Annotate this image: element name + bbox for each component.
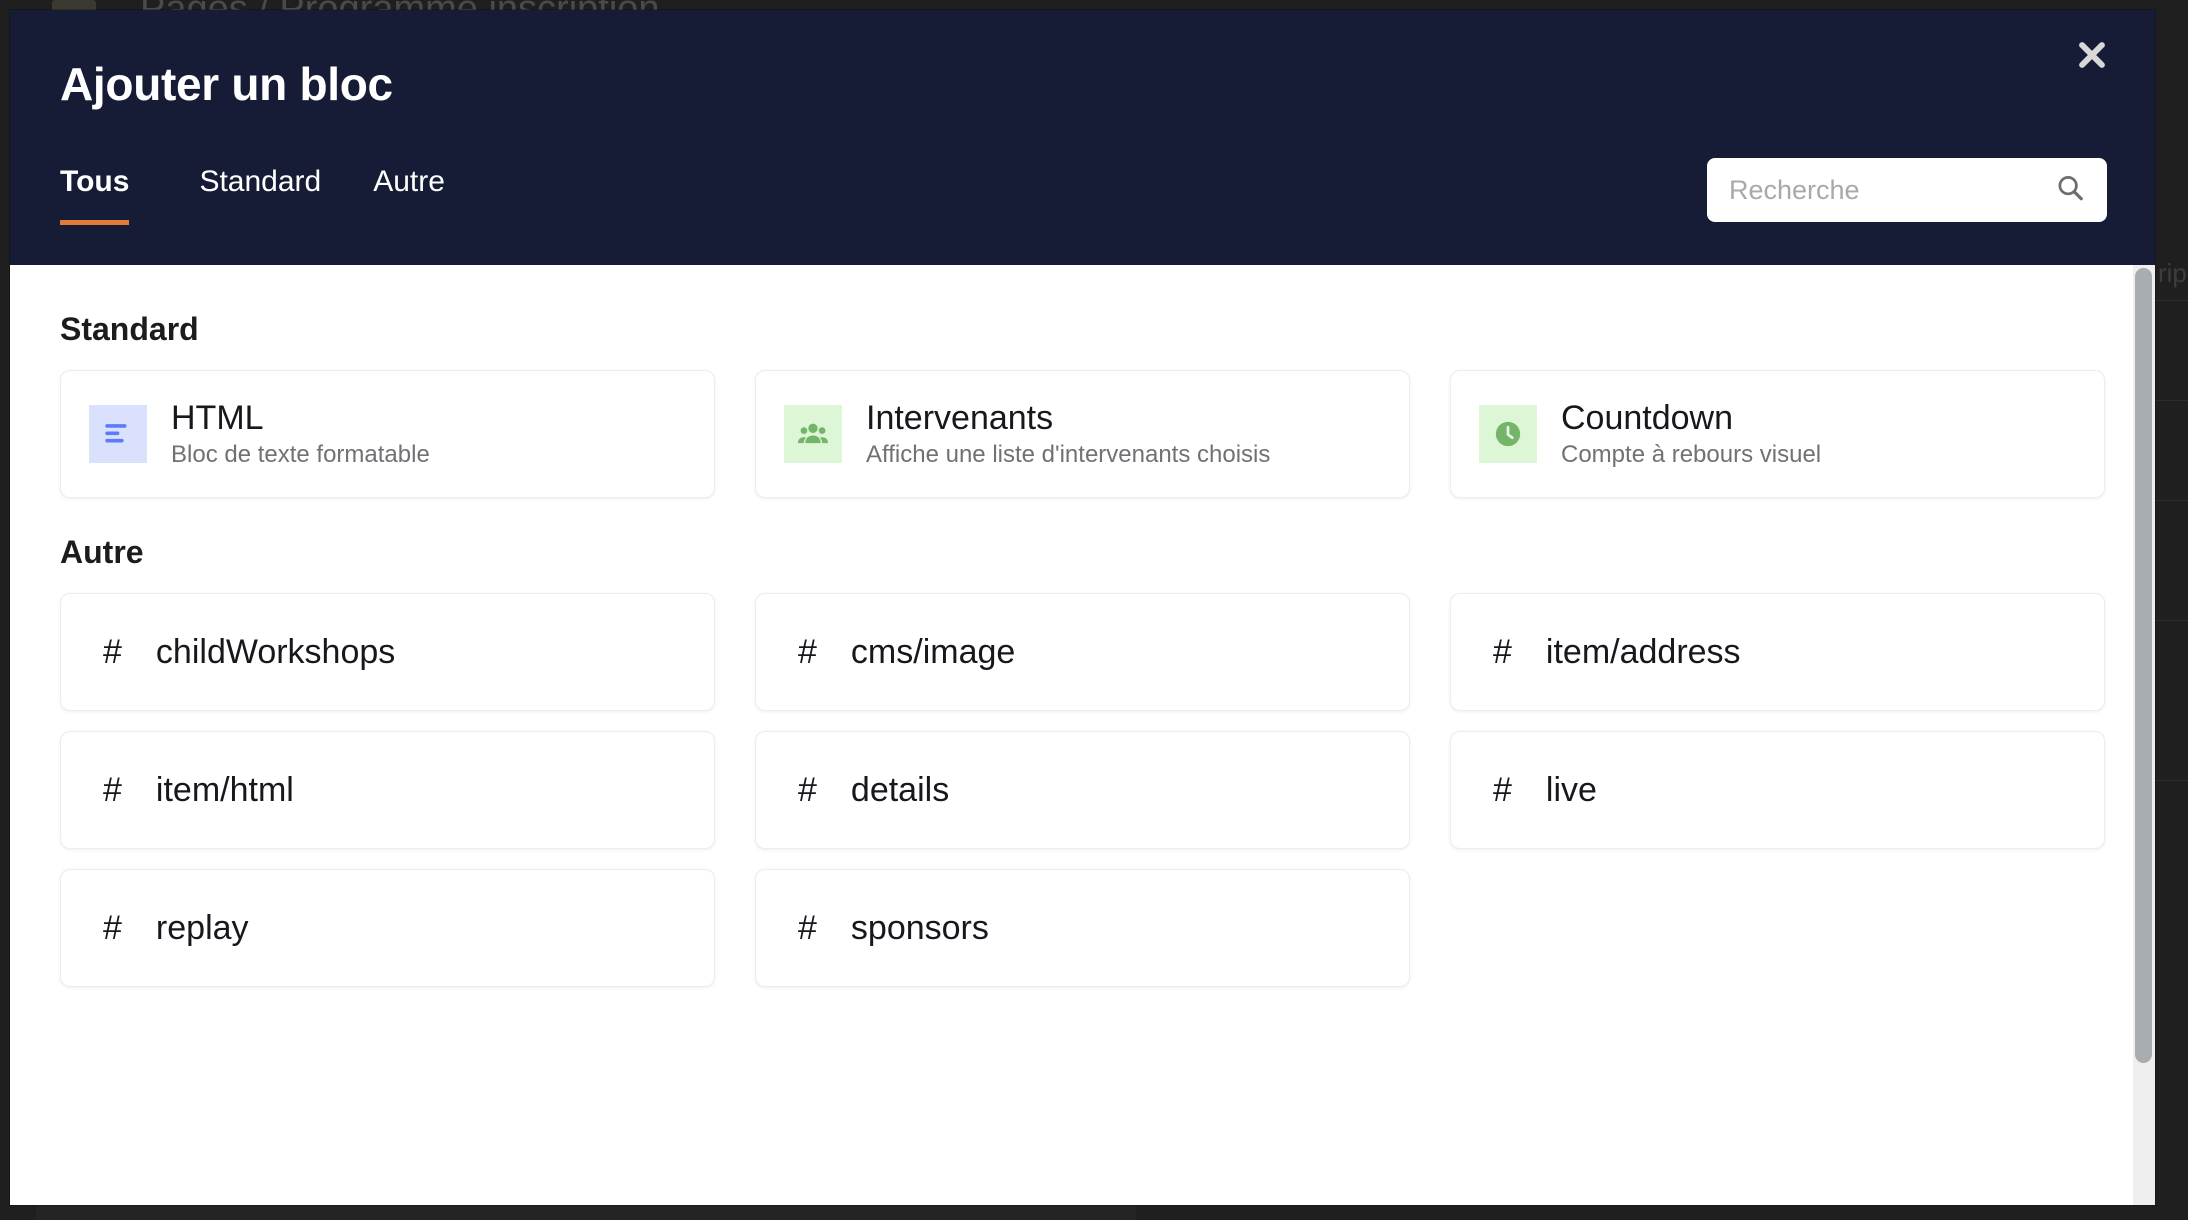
hash-icon: # <box>798 909 817 947</box>
hash-icon: # <box>103 771 122 809</box>
autre-block-grid: # childWorkshops # cms/image # item/addr… <box>60 593 2105 987</box>
block-description: Compte à rebours visuel <box>1561 440 1822 468</box>
backdrop-divider <box>2155 300 2188 301</box>
block-card-replay[interactable]: # replay <box>60 869 715 987</box>
hash-icon: # <box>1493 771 1512 809</box>
block-name: live <box>1545 770 1597 809</box>
block-card-cms-image[interactable]: # cms/image <box>755 593 1410 711</box>
search-box <box>1707 158 2107 222</box>
modal-scrollbar-thumb[interactable] <box>2135 268 2152 1063</box>
tab-autre[interactable]: Autre <box>347 165 471 225</box>
modal-body: Standard HTML Bloc de texte formatable I… <box>10 265 2155 1205</box>
backdrop-divider <box>2155 400 2188 401</box>
hash-icon: # <box>103 633 122 671</box>
block-card-live[interactable]: # live <box>1450 731 2105 849</box>
block-name: HTML <box>171 399 264 438</box>
hash-icon: # <box>103 909 122 947</box>
section-title-standard: Standard <box>60 311 199 347</box>
tab-tous[interactable]: Tous <box>60 165 173 225</box>
block-card-html[interactable]: HTML Bloc de texte formatable <box>60 370 715 498</box>
group-people-icon <box>784 405 842 463</box>
block-card-countdown[interactable]: Countdown Compte à rebours visuel <box>1450 370 2105 498</box>
block-card-details[interactable]: # details <box>755 731 1410 849</box>
backdrop-divider <box>2155 780 2188 781</box>
block-card-childworkshops[interactable]: # childWorkshops <box>60 593 715 711</box>
block-name: item/address <box>1545 632 1741 671</box>
block-name: details <box>850 770 950 809</box>
tab-bar: Tous Standard Autre <box>60 165 471 225</box>
backdrop-right-label: rip <box>2158 258 2187 288</box>
block-name: replay <box>155 908 249 947</box>
add-block-modal: Ajouter un bloc Tous Standard Autre Rech… <box>10 10 2155 1205</box>
block-card-intervenants[interactable]: Intervenants Affiche une liste d'interve… <box>755 370 1410 498</box>
block-card-sponsors[interactable]: # sponsors <box>755 869 1410 987</box>
standard-block-grid: HTML Bloc de texte formatable Intervenan… <box>60 370 2105 498</box>
hash-icon: # <box>798 771 817 809</box>
close-icon <box>2075 38 2109 72</box>
backdrop-divider <box>2155 620 2188 621</box>
block-description: Bloc de texte formatable <box>171 440 430 468</box>
block-name: Intervenants <box>866 399 1054 438</box>
modal-header: Ajouter un bloc Tous Standard Autre <box>10 10 2155 265</box>
block-name: Countdown <box>1561 399 1734 438</box>
page-title: Ajouter un bloc <box>60 58 393 110</box>
section-title-autre: Autre <box>60 534 144 570</box>
block-name: childWorkshops <box>155 632 396 671</box>
text-align-icon <box>89 405 147 463</box>
block-name: item/html <box>155 770 294 809</box>
block-name: cms/image <box>850 632 1016 671</box>
close-button[interactable] <box>2069 32 2115 78</box>
search-input[interactable] <box>1707 158 2107 222</box>
hash-icon: # <box>1493 633 1512 671</box>
block-card-item-address[interactable]: # item/address <box>1450 593 2105 711</box>
block-name: sponsors <box>850 908 989 947</box>
clock-icon <box>1479 405 1537 463</box>
backdrop-divider <box>2155 500 2188 501</box>
tab-standard[interactable]: Standard <box>173 165 347 225</box>
hash-icon: # <box>798 633 817 671</box>
block-card-item-html[interactable]: # item/html <box>60 731 715 849</box>
block-description: Affiche une liste d'intervenants choisis <box>866 440 1271 468</box>
